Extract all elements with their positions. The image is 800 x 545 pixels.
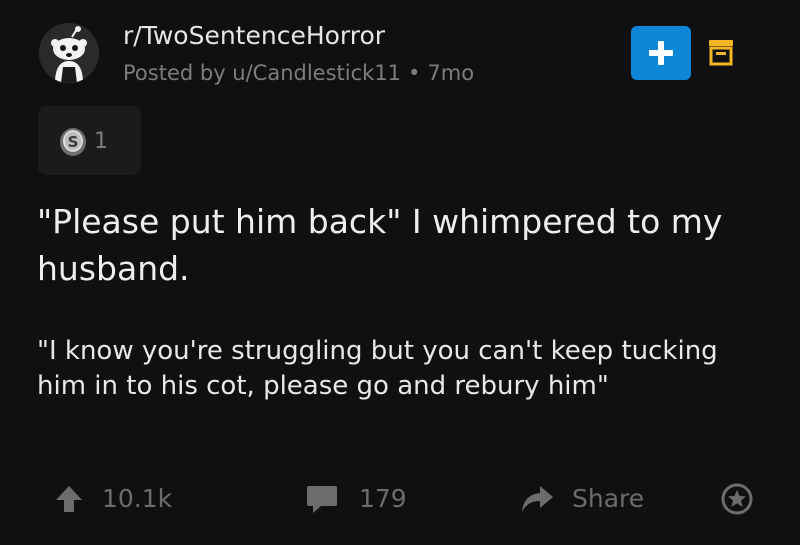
post-age: 7mo — [427, 61, 475, 85]
upvote-count: 10.1k — [102, 484, 173, 513]
comments-button[interactable]: 179 — [305, 478, 407, 520]
silver-award-icon: S — [59, 127, 87, 157]
give-award-icon — [721, 483, 753, 515]
meta-separator: • — [408, 61, 421, 85]
comment-count: 179 — [359, 484, 407, 513]
share-button[interactable]: Share — [520, 478, 644, 520]
snoo-avatar-icon — [39, 23, 99, 83]
post-body: "I know you're struggling but you can't … — [37, 336, 718, 401]
posted-by[interactable]: Posted by u/Candlestick11 — [123, 61, 401, 85]
award-count: 1 — [94, 129, 108, 154]
post-title: "Please put him back" I whimpered to my … — [37, 202, 723, 288]
subreddit-avatar[interactable] — [39, 23, 99, 83]
join-button[interactable] — [631, 26, 691, 80]
share-arrow-icon — [522, 486, 553, 512]
upvote-button[interactable]: 10.1k — [54, 478, 172, 520]
award-chip[interactable]: S 1 — [38, 106, 141, 175]
plus-icon — [649, 41, 673, 65]
give-award-button[interactable] — [720, 482, 754, 516]
archive-icon — [709, 40, 733, 66]
subreddit-name[interactable]: r/TwoSentenceHorror — [123, 18, 385, 54]
upvote-arrow-icon — [56, 486, 82, 512]
comment-bubble-icon — [307, 486, 337, 513]
save-button[interactable] — [708, 37, 734, 67]
post-meta: Posted by u/Candlestick11 • 7mo — [123, 58, 474, 88]
share-label: Share — [572, 484, 645, 513]
svg-text:S: S — [68, 133, 79, 151]
